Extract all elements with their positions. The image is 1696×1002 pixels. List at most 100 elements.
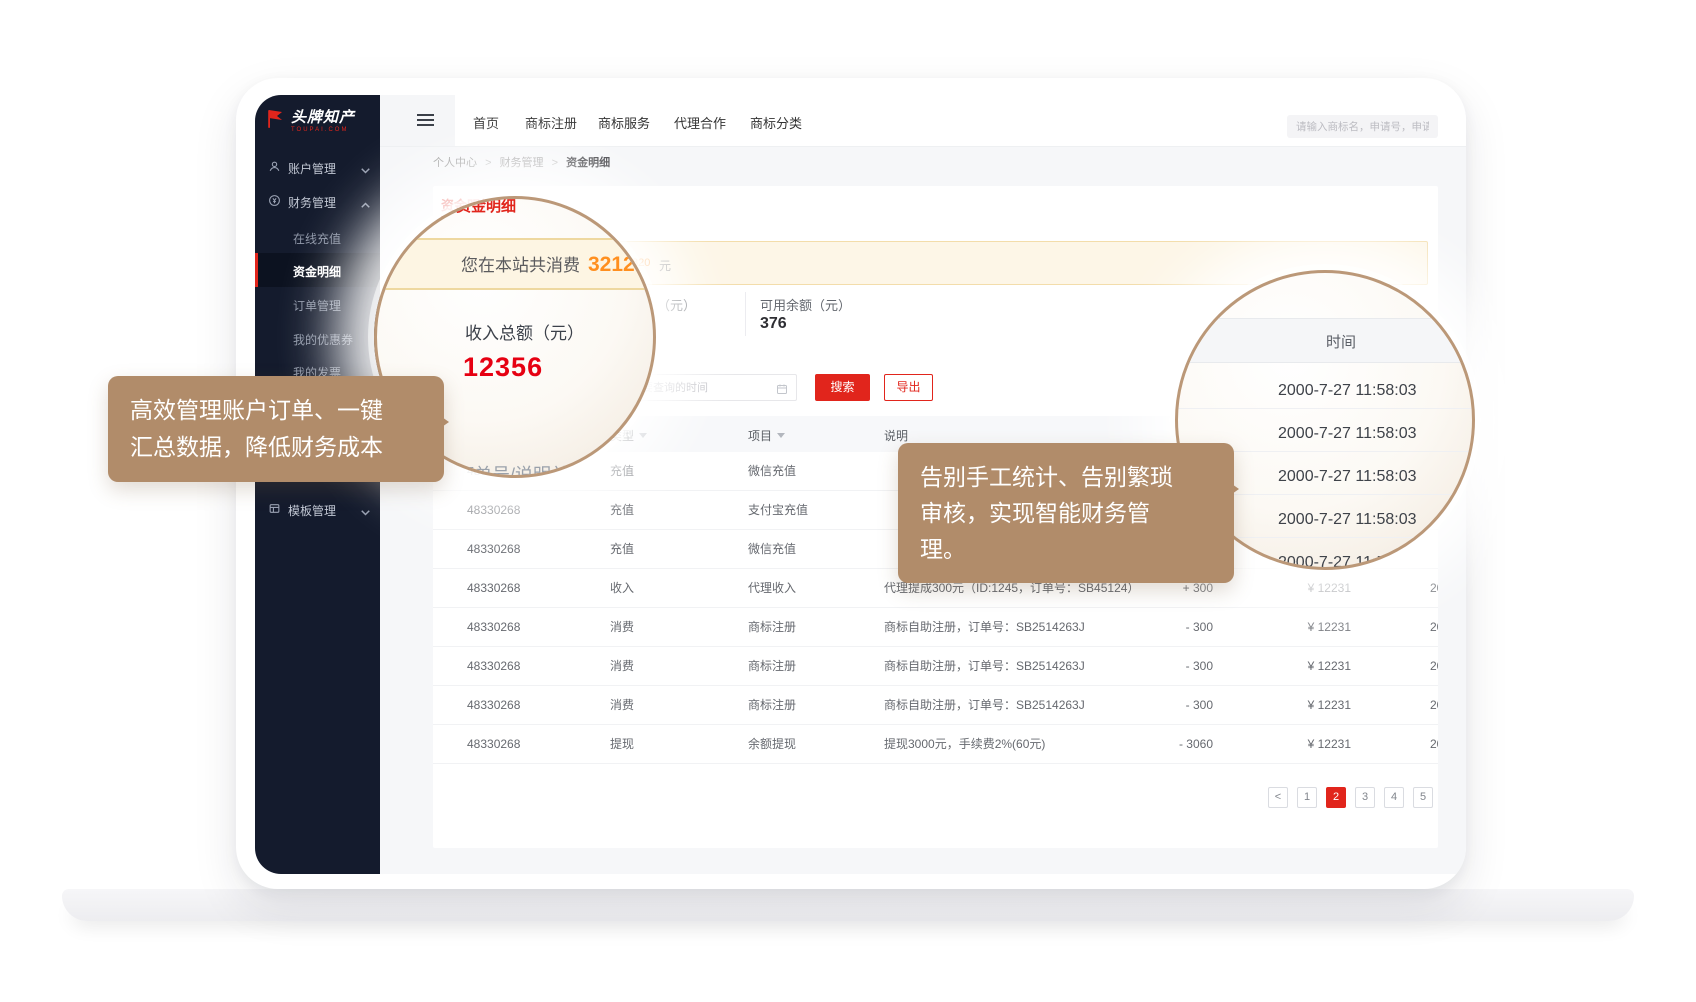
pagination: < 1 2 3 4 5 [1268, 787, 1433, 808]
lens-time-value: 2000-7-27 11:58:03 [1278, 468, 1416, 486]
nav-item-trademark-service[interactable]: 商标服务 [598, 113, 650, 132]
breadcrumb-personal-center[interactable]: 个人中心 [433, 157, 477, 169]
cell-project: 微信充值 [748, 452, 796, 491]
search-button[interactable]: 搜索 [815, 374, 870, 401]
column-header-desc: 说明 [884, 427, 908, 444]
callout-left-line-2: 汇总数据，降低财务成本 [130, 429, 422, 466]
callout-left-line-1: 高效管理账户订单、一键 [130, 392, 422, 429]
calendar-icon[interactable] [776, 382, 788, 400]
sidebar-item-template[interactable]: 模板管理 [255, 492, 380, 526]
chevron-down-icon [361, 163, 370, 177]
sidebar-item-online-recharge[interactable]: 在线充值 [255, 220, 380, 254]
sidebar-item-label: 财务管理 [288, 194, 336, 211]
callout-right: 告别手工统计、告别繁琐 审核，实现智能财务管 理。 [898, 443, 1234, 583]
caret-down-icon [777, 433, 785, 438]
pagination-prev-button[interactable]: < [1268, 787, 1288, 808]
cell-time: 2000-7-27 11:58:03 [1430, 725, 1438, 764]
cell-balance: ¥ 12231 [1259, 647, 1351, 686]
cell-desc: 商标自助注册，订单号：SB2514263J [884, 647, 1085, 686]
callout-right-line-1: 告别手工统计、告别繁琐 [920, 459, 1212, 495]
laptop-base [62, 889, 1634, 921]
cell-project: 微信充值 [748, 530, 796, 569]
stat-balance-value: 376 [760, 315, 787, 333]
cell-type: 消费 [610, 686, 634, 725]
breadcrumb-finance[interactable]: 财务管理 [500, 157, 544, 169]
cell-type: 收入 [610, 569, 634, 608]
table-row: 48330268 提现 余额提现 提现3000元，手续费2%(60元) - 30… [433, 725, 1438, 764]
sidebar-item-finance[interactable]: 财务管理 [255, 184, 380, 218]
cell-desc: 提现3000元，手续费2%(60元) [884, 725, 1045, 764]
lens-banner-prefix: 您在本站共消费 [461, 251, 580, 276]
cell-time: 2000-7-27 11:58:03 [1430, 647, 1438, 686]
finance-icon [268, 194, 281, 210]
sidebar-item-order-manage[interactable]: 订单管理 [255, 287, 380, 321]
cell-project: 商标注册 [748, 647, 796, 686]
cell-balance: ¥ 12231 [1259, 686, 1351, 725]
brand-name: 头牌知产 [291, 109, 355, 126]
cell-type: 消费 [610, 647, 634, 686]
pagination-page-4[interactable]: 4 [1384, 787, 1404, 808]
search-input[interactable] [1287, 115, 1438, 138]
pagination-page-2-active[interactable]: 2 [1326, 787, 1346, 808]
callout-left: 高效管理账户订单、一键 汇总数据，降低财务成本 [108, 376, 444, 482]
banner-unit: 元 [659, 257, 671, 274]
sidebar-item-account[interactable]: 账户管理 [255, 150, 380, 184]
cell-project: 代理收入 [748, 569, 796, 608]
cell-project: 余额提现 [748, 725, 796, 764]
sidebar-toggle[interactable] [380, 95, 455, 146]
cell-balance: ¥ 12231 [1259, 569, 1351, 608]
stat-balance-label: 可用余额（元） [760, 295, 851, 314]
stat-divider [745, 292, 746, 336]
cell-order: 48330268 [467, 530, 520, 569]
cell-desc: 商标自助注册，订单号：SB2514263J [884, 686, 1085, 725]
cell-order: 48330268 [467, 608, 520, 647]
nav-item-agent-coop[interactable]: 代理合作 [674, 113, 726, 132]
lens-banner-text: 您在本站共消费 32124 [461, 251, 646, 277]
lens-income-label: 收入总额（元） [465, 319, 584, 344]
cell-balance: ¥ 12231 [1259, 608, 1351, 647]
page: 头牌知产 TOUPAI.COM 账户管理 财务管理 [0, 0, 1696, 1002]
column-header-project[interactable]: 项目 [748, 427, 785, 444]
lens-banner-amount: 32124 [588, 253, 646, 277]
stat-consume-label-fragment: （元） [657, 295, 696, 314]
lens-row-separator [1178, 408, 1475, 409]
nav-item-trademark-category[interactable]: 商标分类 [750, 113, 802, 132]
export-button[interactable]: 导出 [884, 374, 933, 401]
cell-amount: - 300 [1123, 608, 1213, 647]
lens-tab-fragment: 资金明细 [456, 196, 516, 216]
table-row: 48330268 消费 商标注册 商标自助注册，订单号：SB2514263J -… [433, 608, 1438, 647]
nav-item-trademark-register[interactable]: 商标注册 [525, 113, 577, 132]
cell-order: 48330268 [467, 686, 520, 725]
cell-balance: ¥ 12231 [1259, 725, 1351, 764]
breadcrumb-separator: > [552, 157, 558, 169]
table-row: 48330268 消费 商标注册 商标自助注册，订单号：SB2514263J -… [433, 686, 1438, 725]
pagination-page-3[interactable]: 3 [1355, 787, 1375, 808]
cell-amount: - 300 [1123, 686, 1213, 725]
cell-amount: - 300 [1123, 647, 1213, 686]
nav-item-home[interactable]: 首页 [473, 113, 499, 132]
lens-income-value: 12356 [463, 352, 543, 383]
cell-time: 2000-7-27 11:58:03 [1430, 569, 1438, 608]
sidebar-item-fund-detail[interactable]: 资金明细 [255, 253, 380, 287]
template-icon [268, 502, 281, 518]
chevron-down-icon [361, 505, 370, 519]
hamburger-icon [417, 114, 434, 129]
breadcrumb: 个人中心 > 财务管理 > 资金明细 [433, 154, 610, 170]
lens-time-value: 2000-7-27 11:58:03 [1278, 511, 1416, 529]
sidebar-item-coupons[interactable]: 我的优惠券 [255, 321, 380, 355]
cell-amount: - 3060 [1123, 725, 1213, 764]
pagination-page-1[interactable]: 1 [1297, 787, 1317, 808]
breadcrumb-separator: > [485, 157, 491, 169]
cell-project: 支付宝充值 [748, 491, 808, 530]
user-icon [268, 160, 281, 176]
cell-type: 充值 [610, 491, 634, 530]
cell-order: 48330268 [467, 491, 520, 530]
breadcrumb-current: 资金明细 [566, 157, 610, 169]
pagination-page-5[interactable]: 5 [1413, 787, 1433, 808]
top-navbar: 首页 商标注册 商标服务 代理合作 商标分类 [380, 95, 1466, 146]
caret-down-icon [639, 433, 647, 438]
sidebar-item-label: 模板管理 [288, 502, 336, 519]
brand-logo[interactable]: 头牌知产 TOUPAI.COM [267, 109, 355, 134]
cell-project: 商标注册 [748, 608, 796, 647]
lens-time-value: 2000-7-27 11:58:03 [1278, 382, 1416, 400]
